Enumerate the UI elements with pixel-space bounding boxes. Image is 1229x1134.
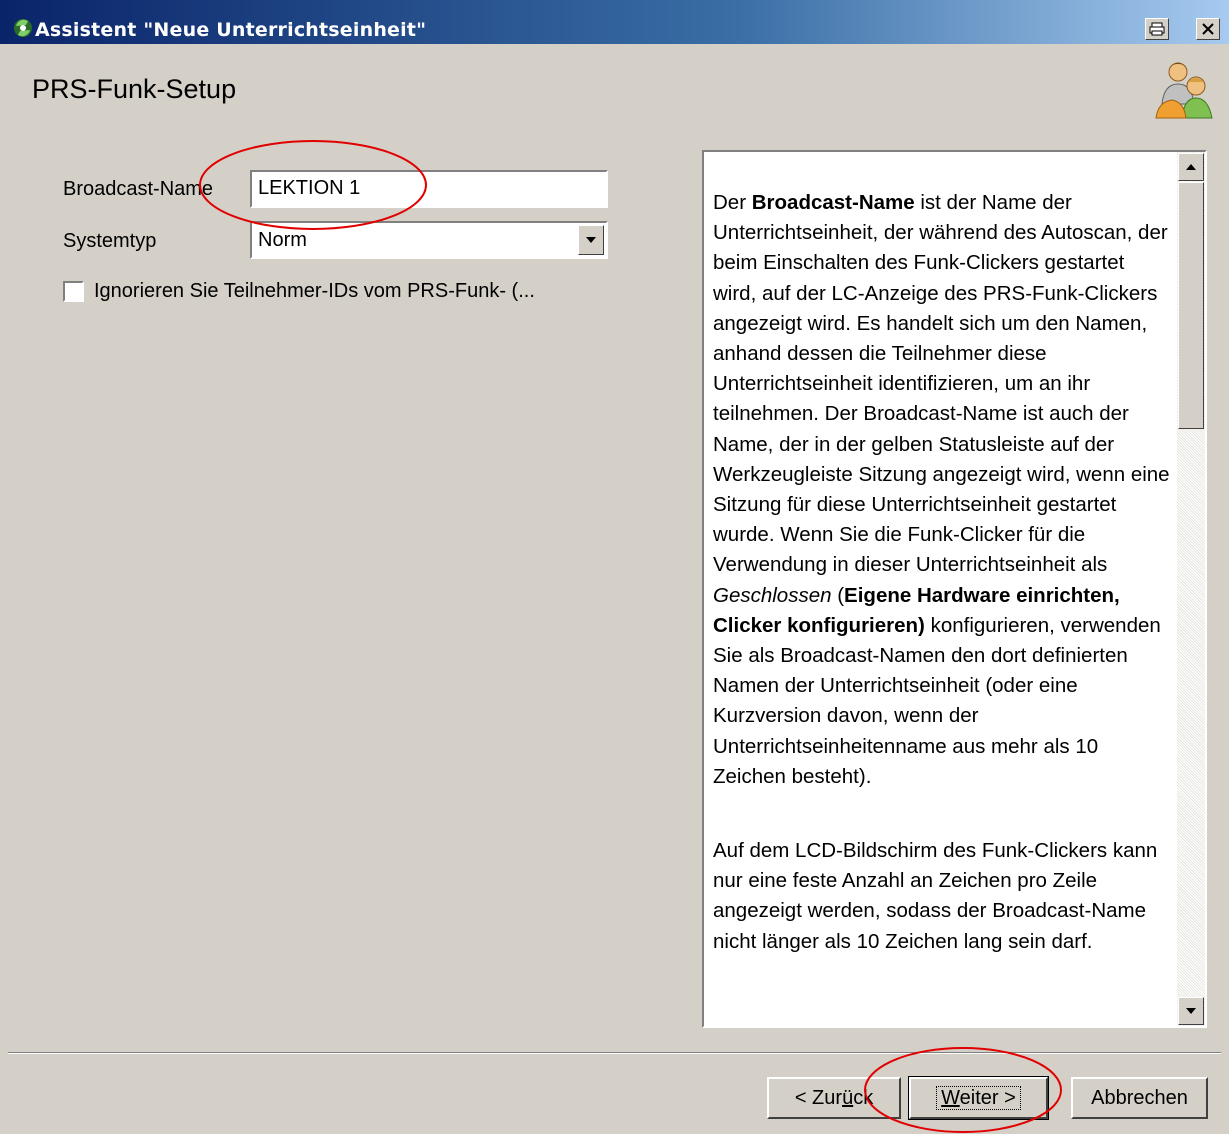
back-button-label: < Zurück	[794, 1086, 874, 1109]
scroll-up-icon	[1186, 164, 1196, 170]
broadcast-name-label: Broadcast-Name	[63, 178, 214, 200]
chevron-down-icon	[586, 237, 596, 243]
people-icon	[1155, 62, 1213, 119]
system-type-value: Norm	[258, 229, 307, 251]
broadcast-name-input[interactable]: LEKTION 1	[250, 170, 608, 208]
scroll-down-icon	[1186, 1008, 1196, 1014]
window-title: Assistent "Neue Unterrichtseinheit"	[35, 19, 427, 41]
close-button[interactable]	[1196, 18, 1220, 40]
help-text: Der Broadcast-Name ist der Name der Unte…	[713, 188, 1171, 1001]
ignore-ids-checkbox[interactable]	[63, 281, 84, 302]
help-paragraph-2: Auf dem LCD-Bildschirm des Funk-Clickers…	[713, 839, 1158, 953]
help-scrollbar[interactable]	[1177, 152, 1205, 1026]
ignore-ids-label[interactable]: Ignorieren Sie Teilnehmer-IDs vom PRS-Fu…	[94, 280, 535, 303]
next-button[interactable]: Weiter >	[908, 1076, 1049, 1120]
system-type-select[interactable]: Norm	[250, 221, 608, 259]
system-type-label: Systemtyp	[63, 230, 157, 252]
page-title: PRS-Funk-Setup	[32, 74, 237, 104]
app-icon	[14, 19, 32, 37]
back-button[interactable]: < Zurück	[767, 1077, 901, 1119]
close-icon	[1202, 23, 1214, 35]
scroll-up-button[interactable]	[1178, 153, 1204, 181]
scroll-down-button[interactable]	[1178, 997, 1204, 1025]
title-bar: Assistent "Neue Unterrichtseinheit"	[0, 0, 1229, 44]
wizard-window: Assistent "Neue Unterrichtseinheit" PRS-…	[0, 0, 1229, 1134]
help-pane[interactable]: Der Broadcast-Name ist der Name der Unte…	[702, 150, 1207, 1028]
help-paragraph-1: Der Broadcast-Name ist der Name der Unte…	[713, 191, 1170, 788]
dropdown-button[interactable]	[578, 225, 604, 255]
next-button-label: Weiter >	[936, 1086, 1021, 1110]
cancel-button[interactable]: Abbrechen	[1071, 1077, 1208, 1119]
print-button[interactable]	[1145, 18, 1169, 40]
footer-divider	[8, 1052, 1221, 1054]
print-icon	[1149, 22, 1165, 36]
scroll-thumb[interactable]	[1178, 182, 1204, 429]
